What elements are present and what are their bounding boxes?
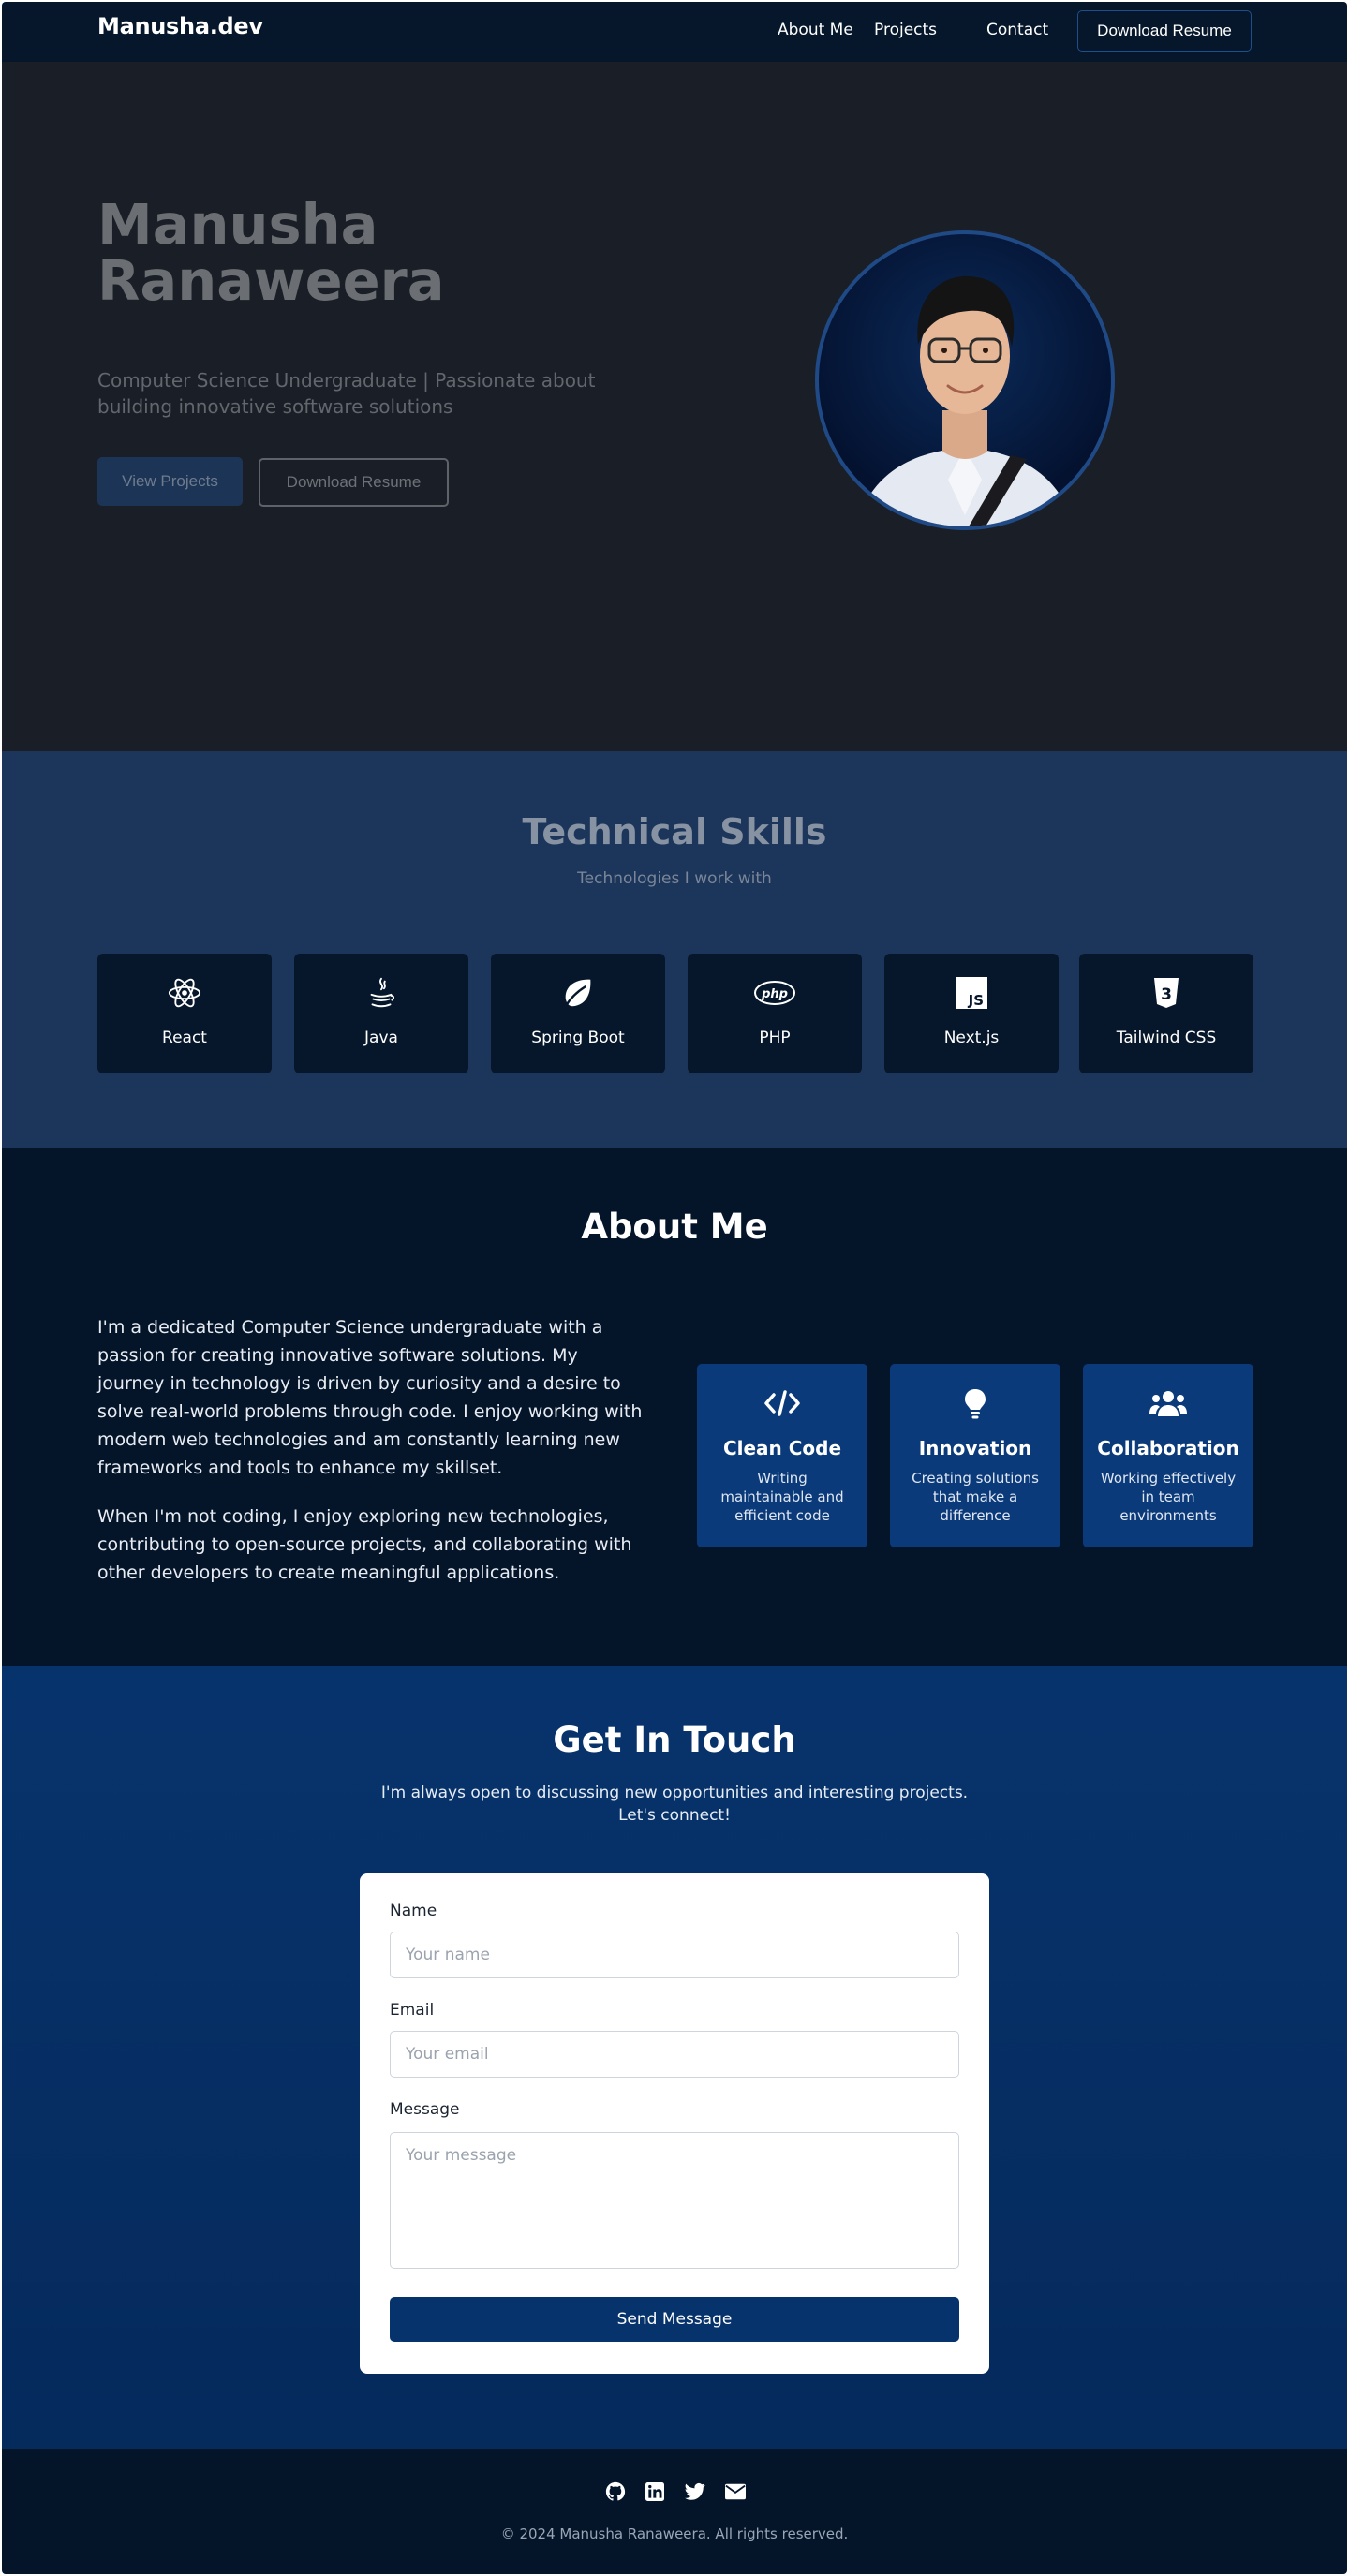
feature-title: Collaboration: [1097, 1437, 1239, 1459]
brand-logo[interactable]: Manusha.dev: [97, 13, 263, 39]
feature-card-innovation: Innovation Creating solutions that make …: [890, 1364, 1060, 1547]
twitter-icon[interactable]: [684, 2480, 706, 2503]
feature-card-collaboration: Collaboration Working effectively in tea…: [1083, 1364, 1253, 1547]
feature-title: Clean Code: [722, 1437, 842, 1459]
skill-card-java: Java: [294, 954, 468, 1073]
feature-title: Innovation: [918, 1437, 1032, 1459]
name-input[interactable]: [390, 1932, 959, 1978]
hero-name-last: Ranaweera: [97, 248, 445, 313]
copyright-text: © 2024 Manusha Ranaweera. All rights res…: [500, 2525, 849, 2542]
hero-section: Manusha Ranaweera Computer Science Under…: [2, 62, 1347, 751]
footer: © 2024 Manusha Ranaweera. All rights res…: [2, 2449, 1347, 2574]
skill-card-nextjs: JS Next.js: [884, 954, 1059, 1073]
feature-description: Creating solutions that make a differenc…: [912, 1470, 1039, 1524]
about-paragraph-2: When I'm not coding, I enjoy exploring n…: [97, 1506, 632, 1583]
skill-label: Java: [364, 1029, 398, 1047]
envelope-icon[interactable]: [724, 2480, 747, 2503]
code-icon: [697, 1384, 867, 1422]
hero-name: Manusha Ranaweera: [97, 197, 566, 309]
skill-label: Spring Boot: [531, 1029, 625, 1047]
github-icon[interactable]: [604, 2480, 627, 2503]
hero-subtitle: Computer Science Undergraduate | Passion…: [97, 369, 596, 418]
send-message-button[interactable]: Send Message: [390, 2297, 959, 2342]
feature-description: Working effectively in team environments: [1100, 1470, 1237, 1524]
svg-text:JS: JS: [968, 992, 984, 1009]
users-icon: [1083, 1384, 1253, 1422]
skills-title: Technical Skills: [522, 811, 827, 852]
skill-card-tailwind: 3 Tailwind CSS: [1079, 954, 1253, 1073]
top-nav: Manusha.dev About Me Projects Contact Do…: [2, 2, 1347, 62]
hero-name-first: Manusha: [97, 192, 378, 257]
svg-text:php: php: [761, 987, 788, 1001]
js-icon: JS: [884, 974, 1059, 1012]
skill-label: React: [162, 1029, 207, 1047]
contact-section: Get In Touch I'm always open to discussi…: [2, 1666, 1347, 2449]
lightbulb-icon: [890, 1384, 1060, 1422]
about-section: About Me I'm a dedicated Computer Scienc…: [2, 1148, 1347, 1666]
css3-icon: 3: [1079, 974, 1253, 1012]
name-label: Name: [390, 1902, 437, 1920]
php-icon: php: [688, 974, 862, 1012]
email-input[interactable]: [390, 2031, 959, 2078]
linkedin-icon[interactable]: [644, 2480, 666, 2503]
page: Manusha.dev About Me Projects Contact Do…: [2, 2, 1347, 2574]
react-icon: [97, 974, 272, 1012]
skill-label: Tailwind CSS: [1116, 1029, 1217, 1047]
contact-subtitle: I'm always open to discussing new opport…: [380, 1784, 969, 1825]
about-paragraph-1: I'm a dedicated Computer Science undergr…: [97, 1317, 643, 1478]
feature-card-clean-code: Clean Code Writing maintainable and effi…: [697, 1364, 867, 1547]
contact-form: Name Email Message Send Message: [360, 1873, 989, 2374]
svg-text:3: 3: [1161, 985, 1172, 1004]
feature-description: Writing maintainable and efficient code: [720, 1470, 844, 1524]
message-label: Message: [390, 2100, 460, 2119]
view-projects-button[interactable]: View Projects: [97, 457, 243, 506]
message-textarea[interactable]: [390, 2132, 959, 2269]
skill-label: PHP: [759, 1029, 791, 1047]
nav-link-projects[interactable]: Projects: [874, 21, 937, 39]
skill-label: Next.js: [943, 1029, 1000, 1047]
hero-download-resume-button[interactable]: Download Resume: [259, 458, 449, 507]
email-label: Email: [390, 2001, 435, 2020]
skills-subtitle: Technologies I work with: [577, 869, 772, 888]
about-title: About Me: [581, 1207, 768, 1247]
skill-card-php: php PHP: [688, 954, 862, 1073]
contact-title: Get In Touch: [553, 1720, 796, 1760]
skill-card-react: React: [97, 954, 272, 1073]
spring-leaf-icon: [491, 974, 665, 1012]
skill-card-spring-boot: Spring Boot: [491, 954, 665, 1073]
profile-portrait-illustration: [856, 275, 1074, 526]
profile-photo: [815, 230, 1115, 530]
skills-section: Technical Skills Technologies I work wit…: [2, 751, 1347, 1148]
nav-link-about[interactable]: About Me: [778, 21, 853, 39]
java-icon: [294, 974, 468, 1012]
nav-link-contact[interactable]: Contact: [986, 21, 1048, 39]
nav-download-resume-button[interactable]: Download Resume: [1077, 10, 1252, 52]
